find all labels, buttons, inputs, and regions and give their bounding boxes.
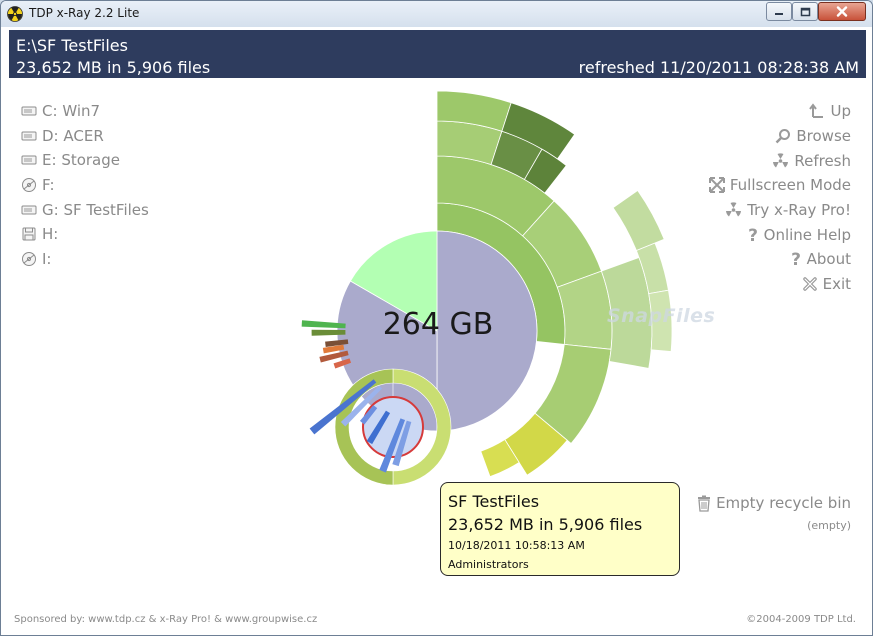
about-button[interactable]: ? About: [709, 247, 851, 272]
main-canvas: 264 GB SnapFiles C: Win7 D: ACER E: Stor…: [9, 81, 866, 629]
up-button[interactable]: Up: [709, 99, 851, 124]
magnifier-icon: [775, 129, 791, 144]
hard-drive-icon: [21, 205, 37, 215]
maximize-icon: [800, 7, 810, 16]
tooltip-date: 10/18/2011 10:58:13 AM: [448, 539, 585, 552]
radiation-icon: [7, 6, 23, 22]
drive-d[interactable]: D: ACER: [21, 124, 149, 149]
drive-e[interactable]: E: Storage: [21, 148, 149, 173]
try-pro-button[interactable]: Try x-Ray Pro!: [709, 198, 851, 223]
title-bar[interactable]: TDP x-Ray 2.2 Lite: [1, 1, 872, 27]
total-size-label: 264 GB: [382, 307, 494, 342]
up-arrow-icon: [809, 103, 824, 119]
folder-summary: 23,652 MB in 5,906 files: [16, 58, 211, 77]
radiation-icon: [773, 153, 789, 168]
drive-i[interactable]: I:: [21, 247, 149, 272]
exit-icon: [802, 277, 817, 291]
close-icon: [836, 6, 848, 17]
svg-text:?: ?: [748, 226, 758, 244]
question-mark-icon: ?: [791, 250, 801, 268]
header-bar: E:\SF TestFiles 23,652 MB in 5,906 files…: [9, 30, 866, 78]
tooltip-name: SF TestFiles: [448, 492, 540, 511]
drive-letter: D:: [42, 126, 59, 145]
exit-label: Exit: [822, 275, 851, 294]
hard-drive-icon: [21, 106, 37, 116]
drive-label: Win7: [62, 102, 101, 121]
online-help-label: Online Help: [763, 225, 851, 244]
app-window: TDP x-Ray 2.2 Lite E:\SF TestFiles 23,65…: [0, 0, 873, 636]
radiation-icon: [726, 202, 742, 217]
drive-h[interactable]: H:: [21, 222, 149, 247]
watermark: SnapFiles: [607, 305, 716, 327]
drive-label: SF TestFiles: [63, 200, 149, 219]
refresh-label: Refresh: [794, 151, 851, 170]
browse-label: Browse: [796, 127, 851, 146]
copyright-text: ©2004-2009 TDP Ltd.: [746, 614, 856, 625]
floppy-icon: [22, 227, 36, 241]
question-mark-icon: ?: [748, 226, 758, 244]
minimize-icon: [775, 12, 783, 15]
folder-tooltip: SF TestFiles 23,652 MB in 5,906 files 10…: [440, 482, 680, 576]
refresh-button[interactable]: Refresh: [709, 148, 851, 173]
action-menu: Up Browse Refresh Fullscreen Mode Try x-…: [708, 99, 851, 297]
recycle-label: Empty recycle bin: [716, 494, 851, 512]
hard-drive-icon: [21, 131, 37, 141]
tooltip-size: 23,652 MB in 5,906 files: [448, 515, 643, 534]
current-path: E:\SF TestFiles: [16, 36, 128, 55]
window-title: TDP x-Ray 2.2 Lite: [29, 6, 140, 20]
up-label: Up: [830, 102, 851, 121]
online-help-button[interactable]: ? Online Help: [709, 222, 851, 247]
optical-drive-icon: [22, 251, 36, 266]
recycle-status: (empty): [807, 519, 851, 532]
about-label: About: [806, 250, 851, 269]
hard-drive-icon: [21, 155, 37, 165]
try-pro-label: Try x-Ray Pro!: [747, 201, 851, 220]
drive-list: C: Win7 D: ACER E: Storage F: G: SF Test…: [21, 99, 149, 271]
fullscreen-label: Fullscreen Mode: [729, 176, 851, 195]
drive-letter: H:: [42, 225, 59, 244]
maximize-button[interactable]: [792, 2, 818, 21]
trash-icon: [698, 495, 711, 512]
empty-recycle-bin-button[interactable]: Empty recycle bin: [697, 494, 851, 512]
svg-text:?: ?: [791, 250, 801, 268]
drive-g[interactable]: G: SF TestFiles: [21, 197, 149, 222]
drive-letter: C:: [42, 102, 58, 121]
optical-drive-icon: [22, 178, 36, 193]
exit-button[interactable]: Exit: [709, 272, 851, 297]
tooltip-owner: Administrators: [448, 558, 529, 571]
drive-letter: E:: [42, 151, 57, 170]
subfolder-spoke[interactable]: [311, 329, 346, 336]
drive-label: ACER: [63, 126, 104, 145]
browse-button[interactable]: Browse: [709, 124, 851, 149]
drive-c[interactable]: C: Win7: [21, 99, 149, 124]
close-button[interactable]: [818, 2, 866, 21]
folder-segment[interactable]: [612, 189, 665, 251]
drive-f[interactable]: F:: [21, 173, 149, 198]
drive-letter: G:: [42, 200, 59, 219]
drive-letter: I:: [42, 249, 52, 268]
fullscreen-button[interactable]: Fullscreen Mode: [708, 173, 851, 198]
refresh-timestamp: refreshed 11/20/2011 08:28:38 AM: [578, 58, 859, 77]
drive-letter: F:: [42, 176, 55, 195]
sponsor-text: Sponsored by: www.tdp.cz & x-Ray Pro! & …: [14, 614, 318, 625]
minimize-button[interactable]: [766, 2, 792, 21]
drive-label: Storage: [61, 151, 121, 170]
fullscreen-icon: [708, 177, 725, 194]
